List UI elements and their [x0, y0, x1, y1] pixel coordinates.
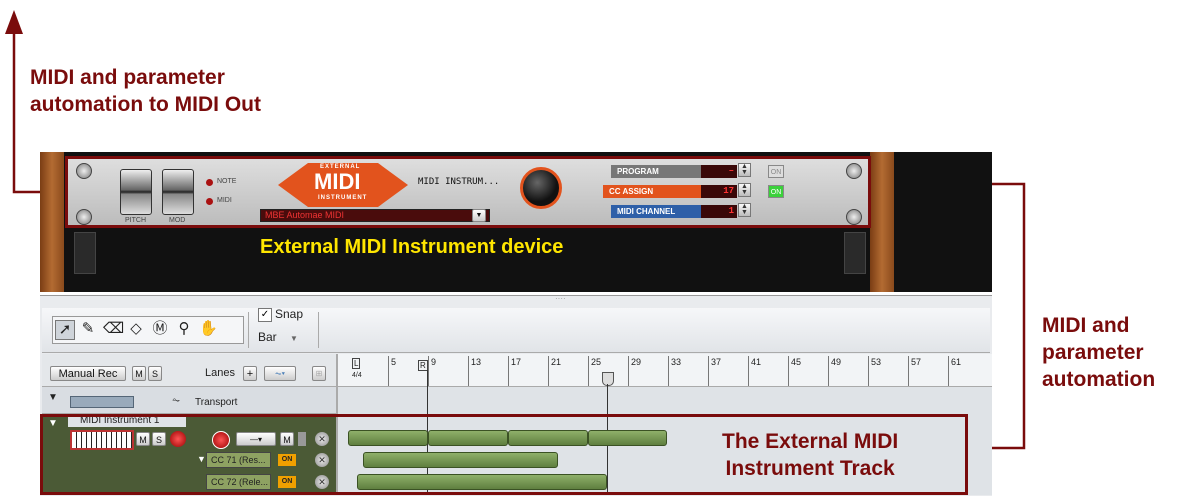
hand-tool-icon[interactable]: ✋	[199, 320, 218, 338]
toolbar-divider	[248, 312, 249, 348]
select-tool-icon[interactable]: ➚	[55, 320, 75, 340]
chevron-down-icon: ▼	[290, 334, 298, 343]
transport-expand-icon[interactable]: ▼	[48, 392, 58, 403]
ruler-tick-label: 41	[751, 357, 762, 367]
manual-rec-button[interactable]: Manual Rec	[50, 366, 126, 381]
razor-tool-icon[interactable]: ◇	[127, 320, 145, 338]
transport-icon: ⏦	[172, 395, 181, 406]
ruler-tick-line	[548, 356, 549, 386]
ruler-tick-label: 21	[551, 357, 562, 367]
eraser-tool-icon[interactable]: ⌫	[103, 320, 124, 338]
callout-track-label: The External MIDI Instrument Track	[722, 430, 899, 480]
ruler-tick-line	[588, 356, 589, 386]
callout-param-automation: MIDI and parameter automation	[1042, 314, 1156, 391]
ruler-tick-label: 33	[671, 357, 682, 367]
ruler-tick-line	[828, 356, 829, 386]
ruler-tick-label: 49	[831, 357, 842, 367]
ruler-tick-label: 37	[711, 357, 722, 367]
lanes-label: Lanes	[205, 367, 235, 379]
mute-tool-icon[interactable]: Ⓜ	[151, 320, 169, 338]
ruler-tick-label: 5	[391, 357, 397, 367]
ruler-tick-line	[708, 356, 709, 386]
rack-wood-left	[40, 152, 64, 292]
ruler-tick-label: 9	[431, 357, 437, 367]
left-locator-marker[interactable]: L	[352, 358, 361, 369]
lane-disabled-button[interactable]: ⊞	[312, 366, 326, 381]
snap-value-select[interactable]: Bar ▼	[258, 330, 298, 344]
rack-hole-left	[74, 232, 96, 274]
ruler-tick-line	[868, 356, 869, 386]
time-signature-label: 4/4	[352, 372, 362, 379]
ruler-tick-line	[748, 356, 749, 386]
snap-checkbox[interactable]: ✓	[258, 308, 272, 322]
ruler-tick-line	[948, 356, 949, 386]
ruler-tick-label: 29	[631, 357, 642, 367]
ruler-tick-label: 57	[911, 357, 922, 367]
ruler[interactable]	[338, 354, 992, 387]
pencil-tool-icon[interactable]: ✎	[79, 320, 97, 338]
ruler-tick-line	[628, 356, 629, 386]
solo-all-button[interactable]: S	[148, 366, 162, 381]
ruler-tick-label: 13	[471, 357, 482, 367]
ruler-tick-line	[788, 356, 789, 386]
rack-hole-right	[844, 232, 866, 274]
ruler-tick-line	[508, 356, 509, 386]
device-highlight-border	[62, 153, 878, 235]
ruler-tick-label: 53	[871, 357, 882, 367]
transport-pattern-icon	[70, 396, 134, 408]
ruler-tick-line	[468, 356, 469, 386]
splitter-handle[interactable]: ····	[555, 294, 566, 303]
ruler-tick-line	[388, 356, 389, 386]
transport-label: Transport	[195, 397, 238, 408]
snap-label: Snap	[275, 307, 304, 321]
add-lane-button[interactable]: +	[243, 366, 257, 381]
ruler-tick-label: 61	[951, 357, 962, 367]
snap-value: Bar	[258, 330, 277, 344]
magnify-tool-icon[interactable]: ⚲	[175, 320, 193, 338]
ruler-tick-label: 17	[511, 357, 522, 367]
lane-type-button[interactable]: ⏦▾	[264, 366, 296, 381]
ruler-tick-label: 45	[791, 357, 802, 367]
ruler-tick-line	[668, 356, 669, 386]
callout-midi-out: MIDI and parameter automation to MIDI Ou…	[30, 66, 261, 116]
ruler-tick-label: 25	[591, 357, 602, 367]
toolbar-divider	[318, 312, 319, 348]
song-position-marker[interactable]	[602, 372, 614, 386]
ruler-tick-line	[908, 356, 909, 386]
callout-device-label: External MIDI Instrument device	[260, 236, 564, 258]
ruler-tick-line	[428, 356, 429, 386]
mute-all-button[interactable]: M	[132, 366, 146, 381]
